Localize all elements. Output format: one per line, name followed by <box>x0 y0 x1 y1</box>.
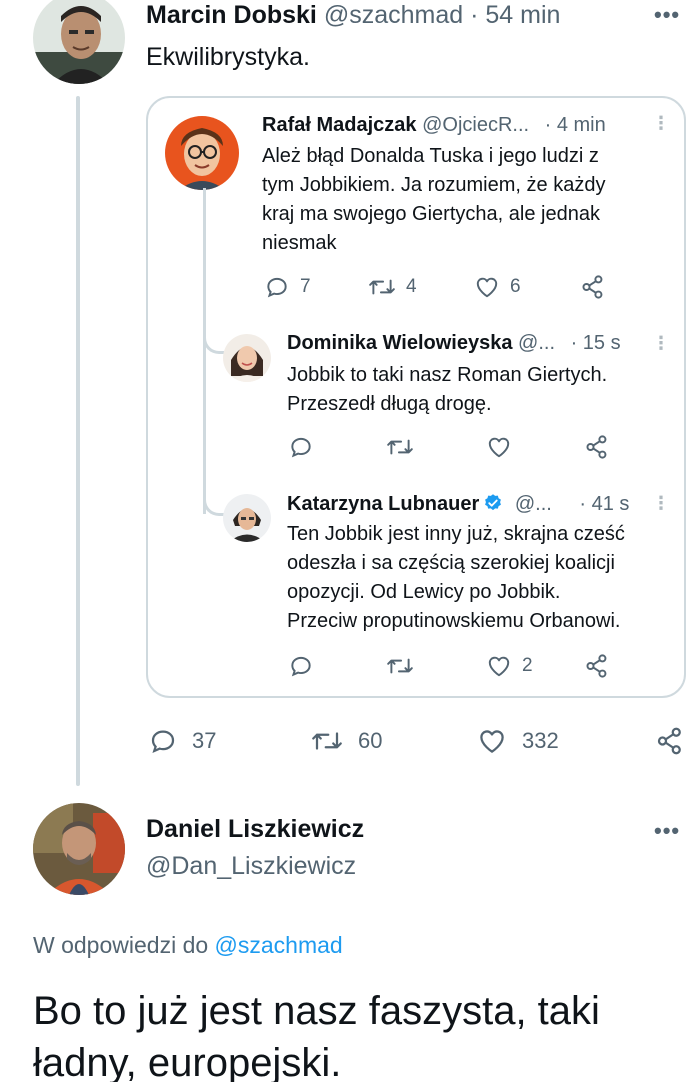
quoted-2-text: Jobbik to taki nasz Roman Giertych. Prze… <box>287 361 667 419</box>
reply-icon <box>151 730 175 754</box>
heart-icon <box>476 277 498 298</box>
verified-badge-icon <box>485 494 502 511</box>
quoted-2-text-line: Jobbik to taki nasz Roman Giertych. <box>287 364 608 386</box>
reply-thread-line <box>203 188 206 514</box>
quoted-3-handle[interactable]: @... <box>515 493 552 515</box>
main-like-count: 332 <box>522 728 559 753</box>
quoted-2-time[interactable]: · 15 s <box>571 332 621 354</box>
more-horizontal-icon[interactable]: ••• <box>654 818 680 844</box>
main-separator: · <box>470 1 479 29</box>
retweet-icon <box>387 658 413 674</box>
quoted-2-retweet-button[interactable] <box>386 434 414 460</box>
share-icon <box>657 727 681 755</box>
main-reply-button[interactable]: 37 <box>148 726 216 756</box>
main-author-name[interactable]: Marcin Dobski <box>146 1 317 29</box>
more-horizontal-icon[interactable]: ••• <box>654 2 680 28</box>
quoted-1-text-line: kraj ma swojego Giertycha, ale jednak <box>262 203 600 225</box>
replying-to-prefix: W odpowiedzi do <box>33 932 209 958</box>
quoted-1-author-name[interactable]: Rafał Madajczak <box>262 114 417 136</box>
main-tweet-text: Ekwilibrystyka. <box>146 43 310 71</box>
reply-icon <box>267 277 287 298</box>
quoted-2-reply-button[interactable] <box>288 434 314 460</box>
main-like-button[interactable]: 332 <box>476 726 559 756</box>
heart-icon <box>488 437 510 458</box>
avatar-dominika-wielowieyska[interactable] <box>223 334 271 382</box>
quoted-3-text-line: Ten Jobbik jest inny już, skrajna cześć <box>287 523 625 545</box>
main-tweet-header: Marcin Dobski @szachmad · 54 min <box>146 0 560 30</box>
quoted-2-author-name[interactable]: Dominika Wielowieyska <box>287 332 512 354</box>
quoted-tweet-2-header: Dominika Wielowieyska @... · 15 s <box>287 330 621 356</box>
quoted-1-share-button[interactable] <box>580 274 606 300</box>
quoted-2-text-line: Przeszedł długą drogę. <box>287 393 492 415</box>
main-reply-count: 37 <box>192 728 217 753</box>
quoted-tweet-3-header: Katarzyna Lubnauer @... · 41 s <box>287 491 629 517</box>
reply-author-name[interactable]: Daniel Liszkiewicz <box>146 814 364 844</box>
quoted-1-text-line: Ależ błąd Donalda Tuska i jego ludzi z <box>262 145 599 167</box>
quoted-3-author-name[interactable]: Katarzyna Lubnauer <box>287 493 479 515</box>
quoted-3-share-button[interactable] <box>584 653 610 679</box>
quoted-1-reply-count: 7 <box>300 276 311 297</box>
quoted-3-time[interactable]: · 41 s <box>579 493 629 515</box>
retweet-icon <box>369 279 395 295</box>
quoted-1-reply-button[interactable]: 7 <box>264 274 311 300</box>
quoted-3-text-line: opozycji. Od Lewicy po Jobbik. <box>287 581 561 603</box>
avatar-katarzyna-lubnauer[interactable] <box>223 494 271 542</box>
main-author-handle[interactable]: @szachmad <box>324 1 463 29</box>
quoted-1-time[interactable]: · 4 min <box>545 114 606 136</box>
quoted-1-like-count: 6 <box>510 276 521 297</box>
quoted-1-text-line: niesmak <box>262 232 337 254</box>
reply-icon <box>291 656 311 677</box>
share-icon <box>586 435 607 459</box>
quoted-1-text-line: tym Jobbikiem. Ja rozumiem, że każdy <box>262 174 606 196</box>
quoted-3-like-count: 2 <box>522 655 533 676</box>
avatar-marcin-dobski[interactable] <box>33 0 125 84</box>
heart-icon <box>488 656 510 677</box>
more-vertical-icon[interactable]: ⋮ <box>652 334 670 352</box>
quoted-1-text: Ależ błąd Donalda Tuska i jego ludzi z t… <box>262 142 662 258</box>
more-vertical-icon[interactable]: ⋮ <box>652 114 670 132</box>
quoted-3-text-line: odeszła i sa częścią szerokiej koalicji <box>287 552 615 574</box>
retweet-icon <box>312 732 342 750</box>
avatar-daniel-liszkiewicz[interactable] <box>33 803 125 895</box>
quoted-1-retweet-button[interactable]: 4 <box>368 274 417 300</box>
share-icon <box>586 654 607 678</box>
retweet-icon <box>387 439 413 455</box>
main-retweet-count: 60 <box>358 728 383 753</box>
reply-author-handle[interactable]: @Dan_Liszkiewicz <box>146 851 356 881</box>
quoted-2-handle[interactable]: @... <box>518 332 555 354</box>
quoted-3-reply-button[interactable] <box>288 653 314 679</box>
quoted-3-text: Ten Jobbik jest inny już, skrajna cześć … <box>287 520 677 636</box>
replying-to-line: W odpowiedzi do @szachmad <box>33 930 343 960</box>
quoted-3-text-line: Przeciw proputinowskiemu Orbanowi. <box>287 610 621 632</box>
quoted-2-share-button[interactable] <box>584 434 610 460</box>
thread-connector-line <box>76 96 80 786</box>
reply-tweet-text: Bo to już jest nasz faszysta, taki ładny… <box>33 989 600 1082</box>
quoted-tweet-1-header: Rafał Madajczak @OjciecR... · 4 min <box>262 112 606 138</box>
share-icon <box>582 275 603 299</box>
main-tweet-time[interactable]: 54 min <box>485 1 560 29</box>
reply-icon <box>291 437 311 458</box>
main-retweet-button[interactable]: 60 <box>310 726 382 756</box>
avatar-rafal-madajczak[interactable] <box>165 116 239 190</box>
quoted-1-handle[interactable]: @OjciecR... <box>422 114 529 136</box>
more-vertical-icon[interactable]: ⋮ <box>652 494 670 512</box>
replying-to-link[interactable]: @szachmad <box>215 932 343 958</box>
main-share-button[interactable] <box>654 726 686 756</box>
quoted-1-like-button[interactable]: 6 <box>474 274 521 300</box>
quoted-3-retweet-button[interactable] <box>386 653 414 679</box>
quoted-3-like-button[interactable]: 2 <box>486 653 533 679</box>
heart-icon <box>480 730 504 753</box>
quoted-1-retweet-count: 4 <box>406 276 417 297</box>
quoted-2-like-button[interactable] <box>486 434 512 460</box>
